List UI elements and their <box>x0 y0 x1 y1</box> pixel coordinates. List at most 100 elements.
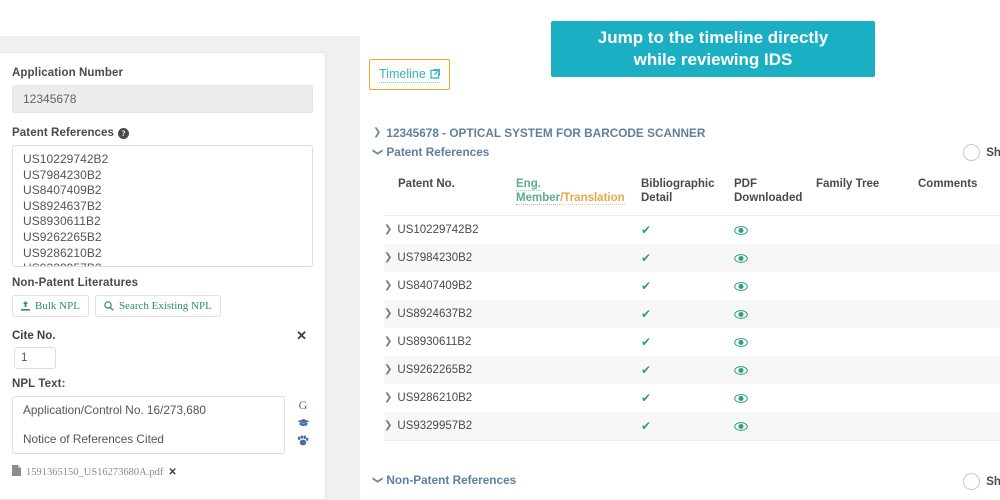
application-number-label-text: Application Number <box>12 67 124 79</box>
npl-text-label-text: NPL Text: <box>12 378 66 390</box>
graduation-cap-icon[interactable] <box>297 418 310 428</box>
npl-button-row: Bulk NPL Search Existing NPL <box>12 295 313 317</box>
application-number-value: 12345678 <box>23 92 77 106</box>
npl-search-shortcuts: G <box>293 396 313 446</box>
external-link-icon <box>430 69 440 79</box>
cell-bibliographic-detail: ✔ <box>641 280 734 293</box>
cell-bibliographic-detail: ✔ <box>641 420 734 433</box>
chevron-right-icon[interactable]: ❯ <box>384 281 392 291</box>
chevron-right-icon[interactable]: ❯ <box>384 337 392 347</box>
chevron-right-icon[interactable]: ❯ <box>384 421 392 431</box>
tree-node-non-patent-references[interactable]: ❯ Non-Patent References <box>372 473 516 487</box>
npl-text-input[interactable]: Application/Control No. 16/273,680 Notic… <box>12 396 285 454</box>
chevron-right-icon[interactable]: ❯ <box>384 365 392 375</box>
callout-tooltip: Jump to the timeline directly while revi… <box>551 21 875 77</box>
application-number-input[interactable]: 12345678 <box>12 85 313 113</box>
search-existing-npl-button[interactable]: Search Existing NPL <box>94 295 221 317</box>
column-header-translation[interactable]: /Translation <box>560 191 625 205</box>
chevron-right-icon[interactable]: ❯ <box>384 225 392 235</box>
tree-node-patent-references-label: Patent References <box>386 145 490 159</box>
chevron-right-icon[interactable]: ❯ <box>384 393 392 403</box>
cell-pdf-downloaded[interactable] <box>734 225 816 235</box>
bulk-npl-button-label: Bulk NPL <box>35 300 80 312</box>
column-header-comments[interactable]: Comments <box>918 178 1000 192</box>
patent-no-text: US8407409B2 <box>397 280 473 292</box>
column-header-patent-no[interactable]: Patent No. <box>384 178 516 192</box>
show-toggle-patent-references[interactable]: Sho <box>963 144 1000 161</box>
tree-node-application[interactable]: ❯ 12345678 - OPTICAL SYSTEM FOR BARCODE … <box>373 126 705 140</box>
close-icon[interactable]: ✕ <box>168 467 176 478</box>
chevron-right-icon[interactable]: ❯ <box>384 253 392 263</box>
table-row[interactable]: ❯ US7984230B2 ✔ <box>384 244 1000 272</box>
search-icon <box>104 301 114 311</box>
non-patent-literatures-label-text: Non-Patent Literatures <box>12 277 139 289</box>
cell-patent-no[interactable]: ❯ US8930611B2 <box>384 336 516 348</box>
eye-icon[interactable] <box>734 253 816 263</box>
bulk-npl-button[interactable]: Bulk NPL <box>12 295 89 317</box>
eye-icon[interactable] <box>734 337 816 347</box>
show-toggle-non-patent-references[interactable]: Sho <box>963 473 1000 490</box>
cell-patent-no[interactable]: ❯ US7984230B2 <box>384 252 516 264</box>
eye-icon[interactable] <box>734 365 816 375</box>
cell-pdf-downloaded[interactable] <box>734 309 816 319</box>
cell-pdf-downloaded[interactable] <box>734 281 816 291</box>
chevron-right-icon[interactable]: ❯ <box>384 309 392 319</box>
question-mark-icon[interactable]: ? <box>118 127 130 139</box>
cite-no-input[interactable]: 1 <box>14 347 56 369</box>
check-icon: ✔ <box>641 306 652 321</box>
table-row[interactable]: ❯ US9286210B2 ✔ <box>384 384 1000 412</box>
ids-form-card: Application Number 12345678 Patent Refer… <box>0 52 326 500</box>
google-icon[interactable]: G <box>299 399 308 411</box>
column-header-family-tree[interactable]: Family Tree <box>816 178 918 192</box>
eye-icon[interactable] <box>734 309 816 319</box>
cell-patent-no[interactable]: ❯ US9329957B2 <box>384 420 516 432</box>
callout-line-1: Jump to the timeline directly <box>597 28 829 47</box>
table-row[interactable]: ❯ US9329957B2 ✔ <box>384 412 1000 440</box>
column-header-eng-member[interactable]: Eng. Member <box>516 178 561 205</box>
eye-icon[interactable] <box>734 421 816 431</box>
cell-pdf-downloaded[interactable] <box>734 253 816 263</box>
timeline-button[interactable]: Timeline <box>379 67 440 83</box>
table-row[interactable]: ❯ US8930611B2 ✔ <box>384 328 1000 356</box>
toggle-circle-icon[interactable] <box>963 144 981 161</box>
column-header-bibliographic-detail[interactable]: Bibliographic Detail <box>641 178 734 205</box>
table-body: ❯ US10229742B2 ✔ ❯ US7984230B2 ✔ ❯ US8407409B2 ✔… <box>384 216 1000 441</box>
npl-text-line-1: Application/Control No. 16/273,680 <box>23 403 206 417</box>
table-row[interactable]: ❯ US9262265B2 ✔ <box>384 356 1000 384</box>
table-row[interactable]: ❯ US8407409B2 ✔ <box>384 272 1000 300</box>
paw-print-icon[interactable] <box>297 435 309 446</box>
toggle-circle-icon[interactable] <box>963 473 981 490</box>
tree-node-patent-references[interactable]: ❯ Patent References <box>372 145 490 159</box>
eye-icon[interactable] <box>734 281 816 291</box>
cell-bibliographic-detail: ✔ <box>641 308 734 321</box>
close-icon[interactable]: ✕ <box>290 329 313 342</box>
cell-patent-no[interactable]: ❯ US9262265B2 <box>384 364 516 376</box>
chevron-right-icon: ❯ <box>373 127 382 138</box>
list-item: US9262265B2 <box>23 229 102 244</box>
patent-no-text: US9329957B2 <box>397 420 473 432</box>
patent-references-list[interactable]: US10229742B2 US7984230B2 US8407409B2 US8… <box>12 145 313 267</box>
cell-patent-no[interactable]: ❯ US10229742B2 <box>384 224 516 236</box>
list-item: US9286210B2 <box>23 245 102 260</box>
eye-icon[interactable] <box>734 225 816 235</box>
attachment-filename[interactable]: 1591365150_US16273680A.pdf <box>26 467 163 478</box>
eye-icon[interactable] <box>734 393 816 403</box>
attachment-row: 1591365150_US16273680A.pdf ✕ <box>12 465 313 479</box>
patent-references-label-text: Patent References <box>12 127 115 139</box>
table-header-row: Patent No. Eng. Member/Translation Bibli… <box>384 170 1000 216</box>
cell-patent-no[interactable]: ❯ US8924637B2 <box>384 308 516 320</box>
timeline-button-label: Timeline <box>379 67 426 81</box>
cell-pdf-downloaded[interactable] <box>734 337 816 347</box>
cell-pdf-downloaded[interactable] <box>734 365 816 375</box>
table-row[interactable]: ❯ US8924637B2 ✔ <box>384 300 1000 328</box>
cell-pdf-downloaded[interactable] <box>734 393 816 403</box>
cell-pdf-downloaded[interactable] <box>734 421 816 431</box>
cell-bibliographic-detail: ✔ <box>641 392 734 405</box>
show-toggle-label: Sho <box>986 146 1000 159</box>
column-header-pdf-downloaded[interactable]: PDF Downloaded <box>734 178 816 205</box>
cell-patent-no[interactable]: ❯ US8407409B2 <box>384 280 516 292</box>
cite-row: Cite No. ✕ <box>12 329 313 342</box>
table-row[interactable]: ❯ US10229742B2 ✔ <box>384 216 1000 244</box>
cell-patent-no[interactable]: ❯ US9286210B2 <box>384 392 516 404</box>
chevron-down-icon: ❯ <box>372 475 384 485</box>
